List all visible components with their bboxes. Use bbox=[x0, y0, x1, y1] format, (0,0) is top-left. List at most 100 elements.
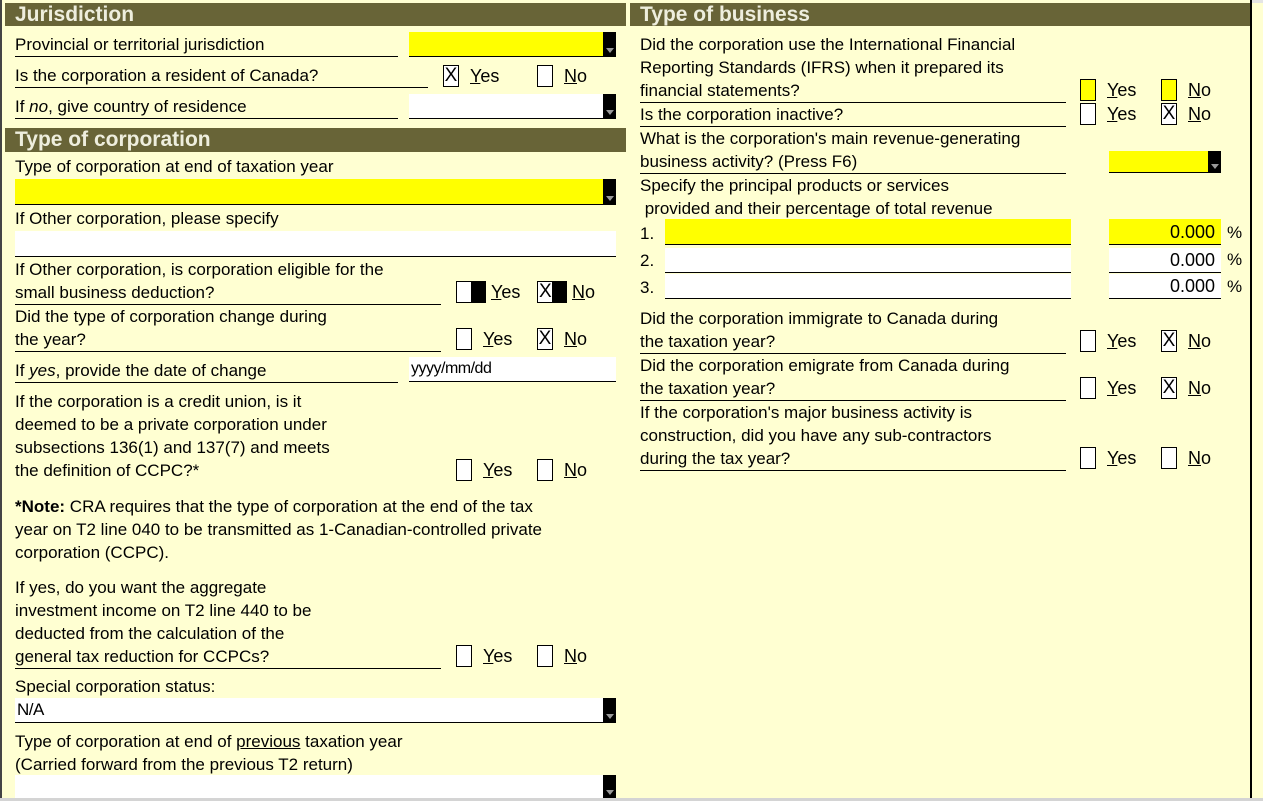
jurisdiction-header: Jurisdiction bbox=[5, 3, 626, 26]
products-line-2: provided and their percentage of total r… bbox=[640, 199, 993, 218]
inactive-yes-checkbox[interactable] bbox=[1080, 103, 1096, 125]
percent-sign: % bbox=[1227, 250, 1243, 269]
credit-union-line-3: subsections 136(1) and 137(7) and meets bbox=[15, 438, 330, 457]
sbd-no-checkbox[interactable]: X bbox=[537, 281, 567, 303]
immigrate-no-label: No bbox=[1188, 331, 1212, 351]
subcontract-yes-checkbox[interactable] bbox=[1080, 447, 1096, 469]
product-1-input[interactable] bbox=[665, 219, 1071, 245]
subcontract-line-1: If the corporation's major business acti… bbox=[640, 403, 973, 422]
immigrate-line-1: Did the corporation immigrate to Canada … bbox=[640, 309, 999, 328]
right-panel: Type of business Did the corporation use… bbox=[628, 0, 1252, 798]
product-3-input[interactable] bbox=[665, 274, 1071, 299]
check-x-icon: X bbox=[1162, 330, 1176, 351]
inactive-no-label: No bbox=[1188, 104, 1212, 124]
credit-union-yes-label: Yes bbox=[483, 460, 513, 480]
check-x-icon: X bbox=[1162, 103, 1176, 124]
emigrate-line-2: the taxation year? bbox=[640, 377, 1066, 401]
date-label: If yes, provide the date of change bbox=[15, 359, 398, 383]
subcontract-yes-label: Yes bbox=[1107, 448, 1137, 468]
changed-label-1: Did the type of corporation change durin… bbox=[15, 307, 327, 326]
credit-union-no-checkbox[interactable] bbox=[537, 459, 553, 481]
provincial-label: Provincial or territorial jurisdiction bbox=[15, 33, 398, 57]
emigrate-line-1: Did the corporation emigrate from Canada… bbox=[640, 356, 1010, 375]
resident-yes-checkbox[interactable]: X bbox=[443, 65, 459, 87]
inactive-no-checkbox[interactable]: X bbox=[1161, 103, 1177, 125]
products-line-1: Specify the principal products or servic… bbox=[640, 176, 949, 195]
inactive-label: Is the corporation inactive? bbox=[640, 103, 1066, 127]
check-x-icon: X bbox=[538, 328, 552, 349]
prev-type-label: Type of corporation at end of previous t… bbox=[15, 732, 403, 751]
ifrs-line-1: Did the corporation use the Internationa… bbox=[640, 35, 1016, 54]
prev-type-dropdown[interactable] bbox=[15, 775, 616, 798]
product-1-percent[interactable]: 0.000 bbox=[1109, 219, 1221, 245]
special-status-label: Special corporation status: bbox=[15, 677, 216, 696]
dropdown-arrow-icon[interactable] bbox=[1208, 151, 1221, 172]
prev-type-label-2: (Carried forward from the previous T2 re… bbox=[15, 755, 353, 774]
activity-line-2: business activity? (Press F6) bbox=[640, 150, 1066, 174]
product-2-number: 2. bbox=[640, 251, 655, 270]
emigrate-no-checkbox[interactable]: X bbox=[1161, 377, 1177, 399]
corporation-header: Type of corporation bbox=[5, 128, 626, 152]
date-change-input[interactable]: yyyy/mm/dd bbox=[409, 357, 616, 382]
date-placeholder: yyyy/mm/dd bbox=[411, 360, 492, 377]
immigrate-no-checkbox[interactable]: X bbox=[1161, 330, 1177, 352]
resident-no-checkbox[interactable] bbox=[537, 65, 553, 87]
immigrate-yes-checkbox[interactable] bbox=[1080, 330, 1096, 352]
aggregate-line-3: deducted from the calculation of the bbox=[15, 624, 285, 643]
ifrs-no-checkbox[interactable] bbox=[1161, 79, 1177, 101]
subcontract-no-checkbox[interactable] bbox=[1161, 447, 1177, 469]
emigrate-yes-checkbox[interactable] bbox=[1080, 377, 1096, 399]
aggregate-line-1: If yes, do you want the aggregate bbox=[15, 578, 267, 597]
immigrate-line-2: the taxation year? bbox=[640, 330, 1066, 354]
type-end-dropdown[interactable] bbox=[15, 179, 616, 205]
aggregate-yes-checkbox[interactable] bbox=[456, 645, 472, 667]
sbd-yes-checkbox[interactable] bbox=[456, 281, 486, 303]
activity-line-1: What is the corporation's main revenue-g… bbox=[640, 129, 1021, 148]
ifrs-line-3: financial statements? bbox=[640, 79, 1066, 103]
ifrs-yes-checkbox[interactable] bbox=[1080, 79, 1096, 101]
changed-label-2: the year? bbox=[15, 328, 441, 352]
aggregate-no-checkbox[interactable] bbox=[537, 645, 553, 667]
dropdown-arrow-icon[interactable] bbox=[603, 94, 616, 118]
changed-no-label: No bbox=[564, 329, 588, 349]
subcontract-no-label: No bbox=[1188, 448, 1212, 468]
changed-no-checkbox[interactable]: X bbox=[537, 328, 553, 350]
dropdown-arrow-icon[interactable] bbox=[603, 775, 616, 798]
immigrate-yes-label: Yes bbox=[1107, 331, 1137, 351]
left-panel: Jurisdiction Provincial or territorial j… bbox=[0, 0, 630, 798]
business-header: Type of business bbox=[630, 3, 1250, 26]
resident-yes-label: Yes bbox=[470, 66, 500, 86]
activity-dropdown[interactable] bbox=[1109, 151, 1221, 173]
resident-no-label: No bbox=[564, 66, 588, 86]
emigrate-yes-label: Yes bbox=[1107, 378, 1137, 398]
check-x-icon: X bbox=[1162, 377, 1176, 398]
aggregate-line-4: general tax reduction for CCPCs? bbox=[15, 645, 441, 669]
other-specify-label: If Other corporation, please specify bbox=[15, 209, 279, 228]
note-line-1: *Note: CRA requires that the type of cor… bbox=[15, 497, 533, 516]
special-status-dropdown[interactable]: N/A bbox=[15, 698, 616, 723]
percent-sign: % bbox=[1227, 223, 1243, 242]
ifrs-no-label: No bbox=[1188, 80, 1212, 100]
country-dropdown[interactable] bbox=[409, 94, 616, 119]
percent-sign: % bbox=[1227, 277, 1243, 296]
ifrs-line-2: Reporting Standards (IFRS) when it prepa… bbox=[640, 58, 1004, 77]
dropdown-arrow-icon[interactable] bbox=[603, 32, 616, 56]
product-2-input[interactable] bbox=[665, 248, 1071, 273]
subcontract-line-2: construction, did you have any sub-contr… bbox=[640, 426, 992, 445]
credit-union-line-2: deemed to be a private corporation under bbox=[15, 415, 327, 434]
special-status-value: N/A bbox=[17, 700, 44, 719]
check-x-icon: X bbox=[539, 281, 552, 302]
other-specify-input[interactable] bbox=[15, 231, 616, 257]
provincial-dropdown[interactable] bbox=[409, 32, 616, 57]
note-line-2: year on T2 line 040 to be transmitted as… bbox=[15, 520, 542, 539]
credit-union-line-4: the definition of CCPC?* bbox=[15, 461, 200, 480]
aggregate-no-label: No bbox=[564, 646, 588, 666]
sbd-yes-label: Yes bbox=[491, 282, 521, 302]
sbd-no-label: No bbox=[572, 282, 596, 302]
dropdown-arrow-icon[interactable] bbox=[603, 698, 616, 722]
product-3-percent[interactable]: 0.000 bbox=[1109, 274, 1221, 299]
product-2-percent[interactable]: 0.000 bbox=[1109, 248, 1221, 273]
changed-yes-checkbox[interactable] bbox=[456, 328, 472, 350]
dropdown-arrow-icon[interactable] bbox=[603, 179, 616, 204]
credit-union-yes-checkbox[interactable] bbox=[456, 459, 472, 481]
